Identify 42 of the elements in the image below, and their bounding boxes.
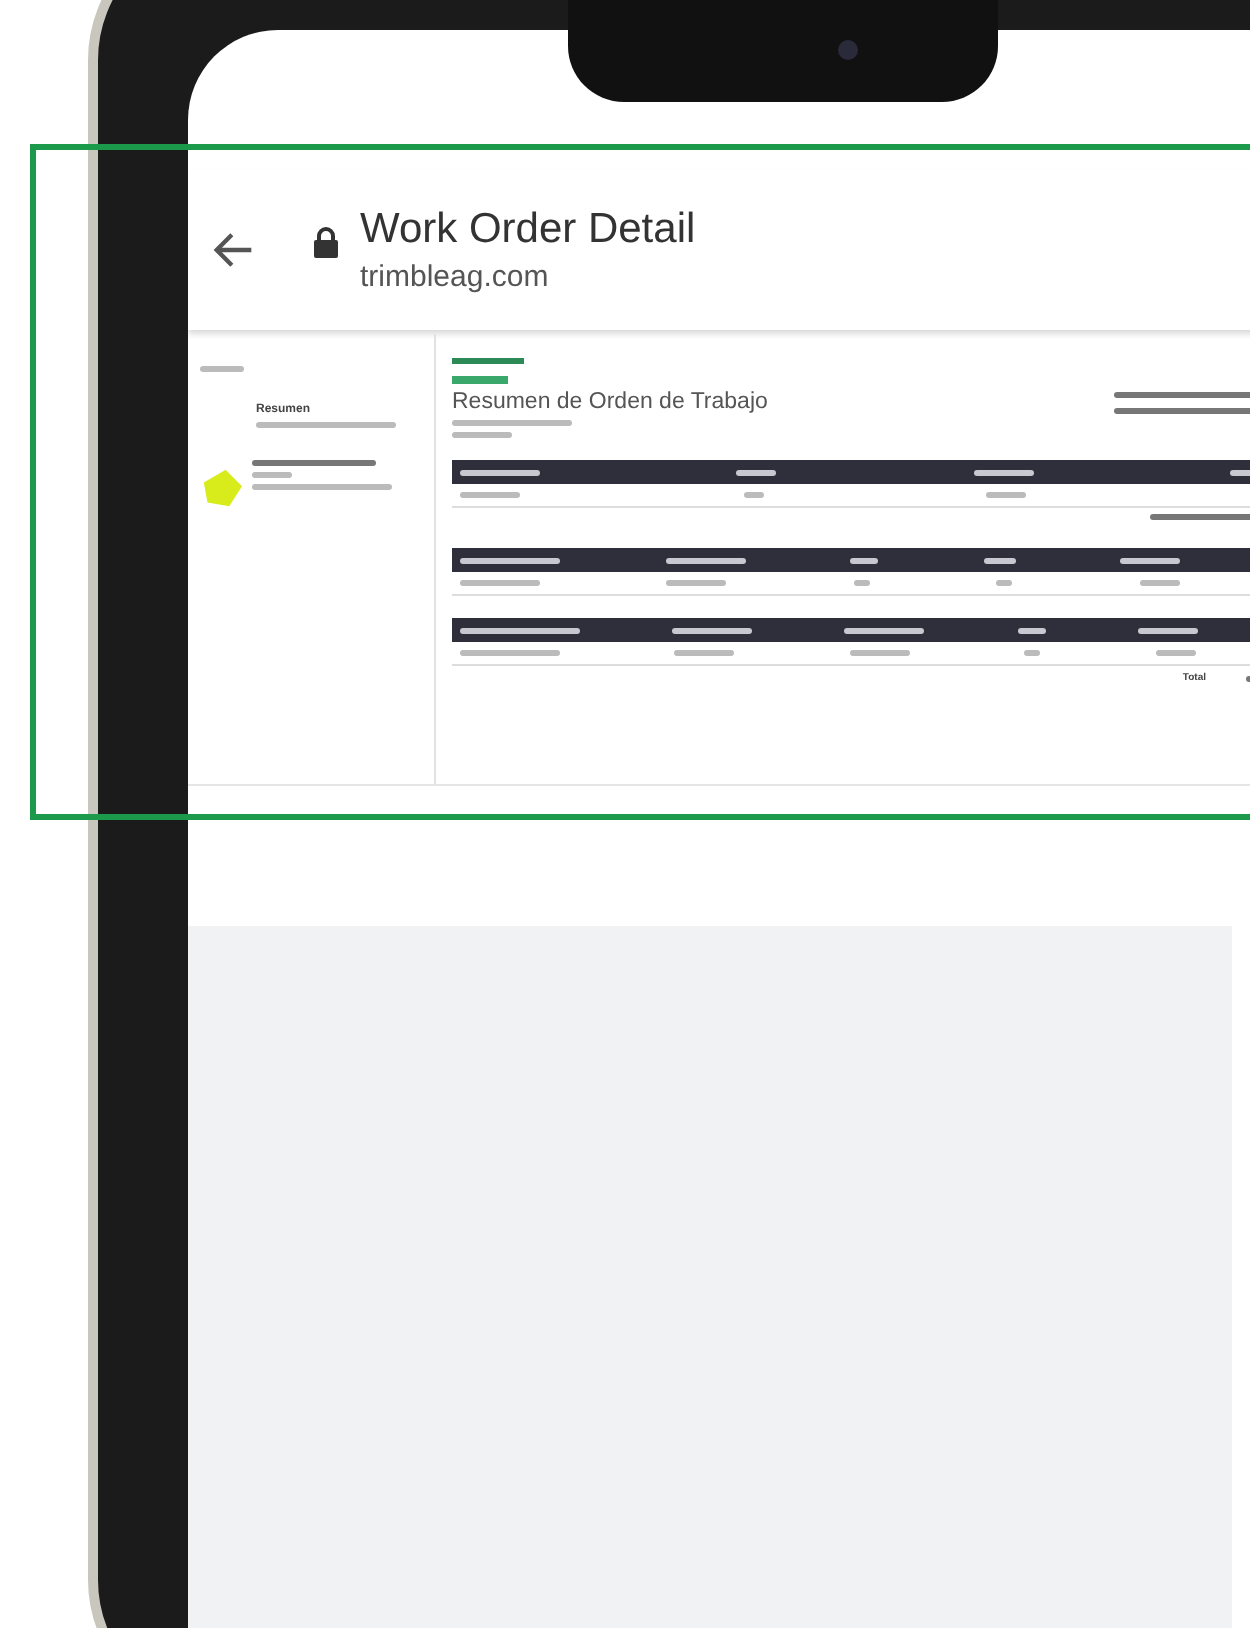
text-placeholder: [460, 627, 580, 633]
text-placeholder: [983, 557, 1016, 563]
report-title: Resumen de Orden de Trabajo: [452, 390, 768, 414]
text-placeholder: [1137, 627, 1198, 633]
text-placeholder: [252, 460, 376, 466]
camera-icon: [838, 40, 858, 60]
lock-icon: [312, 226, 340, 258]
text-placeholder: [1024, 650, 1041, 656]
page-title: Work Order Detail: [360, 206, 698, 254]
text-placeholder: [665, 557, 746, 563]
text-placeholder: [1150, 514, 1250, 520]
text-placeholder: [850, 557, 879, 563]
page-url: trimbleag.com: [360, 260, 551, 294]
text-placeholder: [460, 469, 540, 475]
field-shape-icon: [200, 468, 244, 508]
text-placeholder: [252, 484, 392, 490]
text-placeholder: [743, 492, 764, 498]
text-placeholder: [256, 422, 396, 428]
text-placeholder: [252, 472, 292, 478]
text-placeholder: [996, 580, 1013, 586]
text-placeholder: [1155, 650, 1196, 656]
text-placeholder: [1114, 407, 1250, 413]
text-placeholder: [1114, 391, 1250, 397]
text-placeholder: [452, 432, 512, 438]
text-placeholder: [849, 650, 910, 656]
text-placeholder: [460, 650, 560, 656]
text-placeholder: [200, 366, 244, 372]
text-placeholder: [986, 492, 1027, 498]
text-placeholder: [844, 627, 925, 633]
text-placeholder: [460, 580, 540, 586]
text-placeholder: [853, 580, 870, 586]
text-placeholder: [674, 650, 735, 656]
text-placeholder: [672, 627, 753, 633]
text-placeholder: [1139, 580, 1180, 586]
text-placeholder: [973, 469, 1034, 475]
text-placeholder: [452, 420, 572, 426]
text-placeholder: [1017, 627, 1046, 633]
text-placeholder: [1120, 557, 1181, 563]
text-placeholder: [460, 492, 520, 498]
text-placeholder: [666, 580, 727, 586]
text-placeholder: [460, 557, 560, 563]
text-placeholder: [736, 469, 777, 475]
